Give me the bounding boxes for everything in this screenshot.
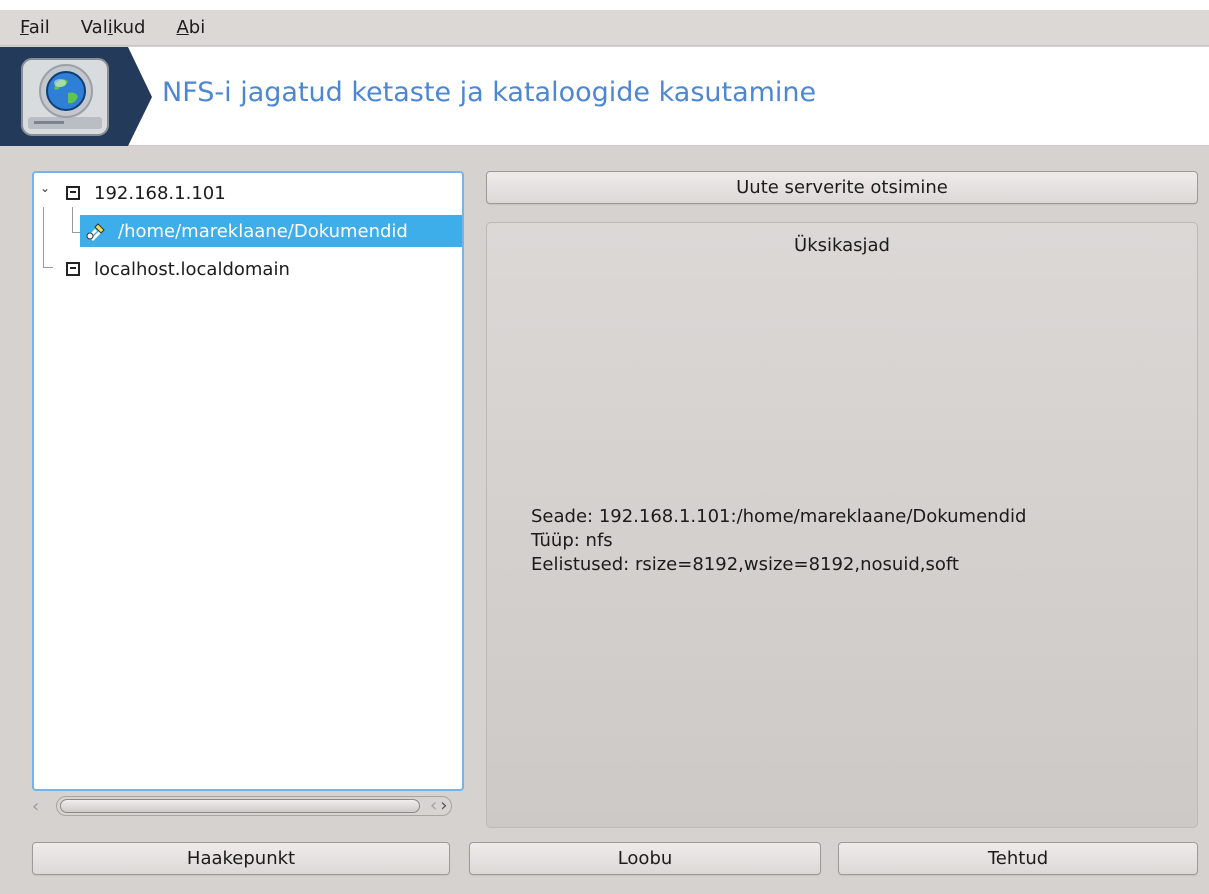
mountpoint-button[interactable]: Haakepunkt (32, 842, 450, 875)
details-device: Seade: 192.168.1.101:/home/mareklaane/Do… (531, 506, 1027, 527)
details-options: Eelistused: rsize=8192,wsize=8192,nosuid… (531, 554, 959, 575)
server-tree[interactable]: ⌄ 192.168.1.101 /home/mareklaane/Dokumen… (32, 171, 464, 791)
top-strip (0, 0, 1209, 10)
computer-icon (66, 186, 80, 200)
tree-line (72, 207, 73, 233)
tree-item-server-2[interactable]: localhost.localdomain (66, 253, 290, 285)
tree-line (43, 207, 44, 267)
menubar: Fail Valikud Abi (0, 10, 1209, 46)
scrollbar-thumb[interactable] (60, 799, 420, 813)
tree-item-label: /home/mareklaane/Dokumendid (118, 220, 408, 242)
details-frame: Üksikasjad Seade: 192.168.1.101:/home/ma… (486, 222, 1198, 828)
network-drive-globe-icon (0, 47, 152, 146)
cancel-button[interactable]: Loobu (469, 842, 821, 875)
banner: NFS-i jagatud ketaste ja kataloogide kas… (0, 47, 1209, 146)
details-body: Seade: 192.168.1.101:/home/mareklaane/Do… (531, 505, 1026, 577)
scroll-right-icon[interactable]: › (440, 795, 450, 816)
tree-item-server-1[interactable]: 192.168.1.101 (66, 177, 226, 209)
tree-horizontal-scrollbar[interactable]: ‹ ‹› (32, 794, 464, 820)
details-title: Üksikasjad (794, 235, 890, 256)
tree-item-label: localhost.localdomain (94, 258, 290, 280)
tree-item-label: 192.168.1.101 (94, 182, 226, 204)
tree-line (43, 267, 53, 268)
scroll-left-icon[interactable]: ‹ (430, 795, 440, 816)
banner-title: NFS-i jagatud ketaste ja kataloogide kas… (162, 77, 817, 108)
menu-file[interactable]: Fail (20, 17, 50, 38)
search-servers-button[interactable]: Uute serverite otsimine (486, 171, 1198, 204)
details-type: Tüüp: nfs (531, 530, 613, 551)
scroll-left-icon[interactable]: ‹ (32, 796, 39, 817)
chevron-down-icon[interactable]: ⌄ (40, 181, 50, 195)
scroll-arrows[interactable]: ‹› (430, 795, 450, 816)
mounted-share-icon (84, 220, 108, 242)
menu-help[interactable]: Abi (176, 17, 205, 38)
computer-icon (66, 262, 80, 276)
tree-item-share[interactable]: /home/mareklaane/Dokumendid (80, 215, 462, 247)
menu-options[interactable]: Valikud (81, 17, 146, 38)
done-button[interactable]: Tehtud (838, 842, 1198, 875)
